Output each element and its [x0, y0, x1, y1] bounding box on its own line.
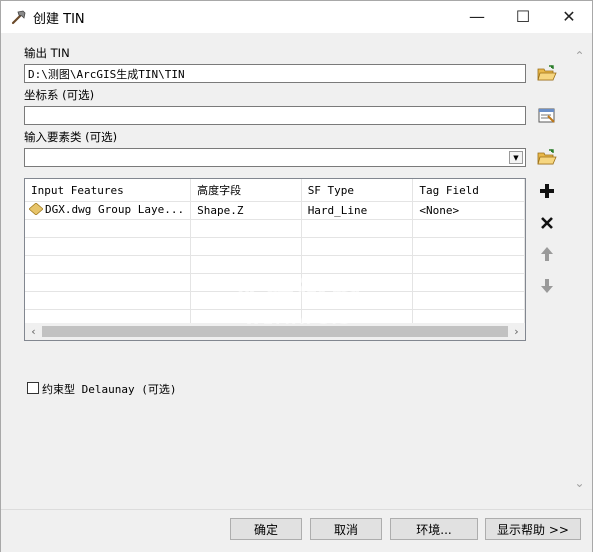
- close-button[interactable]: ✕: [546, 1, 592, 31]
- open-folder-icon: [536, 148, 557, 164]
- horizontal-scroll-thumb[interactable]: [42, 326, 508, 337]
- dialog-content: 输出 TIN D:\测图\ArcGIS生成TIN\TIN 坐标系 (可选) 输入…: [1, 33, 592, 509]
- table-cell-height-field[interactable]: Shape.Z: [190, 201, 302, 220]
- input-features-value: DGX.dwg Group Laye...: [45, 203, 185, 216]
- table-row: [25, 237, 525, 256]
- move-up-button[interactable]: [535, 242, 558, 265]
- table-cell-input-features[interactable]: DGX.dwg Group Laye...: [25, 201, 192, 220]
- title-bar: 创建 TIN — ☐ ✕: [1, 1, 592, 33]
- output-tin-field[interactable]: D:\测图\ArcGIS生成TIN\TIN: [24, 64, 526, 83]
- table-row: [25, 219, 525, 238]
- coordinate-system-label: 坐标系 (可选): [24, 88, 95, 102]
- layer-diamond-icon: [28, 202, 44, 218]
- table-header-row: Input Features 高度字段 SF Type Tag Field: [25, 179, 525, 202]
- minimize-icon: —: [469, 6, 485, 26]
- scroll-down-icon[interactable]: ⌄: [570, 474, 589, 491]
- maximize-icon: ☐: [515, 6, 531, 26]
- table-row: [25, 255, 525, 274]
- cancel-button[interactable]: 取消: [310, 518, 382, 540]
- table-cell-sf-type[interactable]: Hard_Line: [301, 201, 414, 220]
- vertical-scrollbar[interactable]: ⌃ ⌄: [570, 33, 589, 509]
- column-header-tag-field[interactable]: Tag Field: [412, 179, 525, 202]
- input-feature-class-label: 输入要素类 (可选): [24, 130, 118, 144]
- window-title: 创建 TIN: [33, 12, 85, 27]
- coordinate-system-field[interactable]: [24, 106, 526, 125]
- properties-icon: [538, 108, 555, 123]
- hammer-icon: [10, 8, 28, 26]
- move-down-button[interactable]: [535, 274, 558, 297]
- show-help-button[interactable]: 显示帮助 >>: [485, 518, 581, 540]
- dialog-footer: 确定 取消 环境... 显示帮助 >>: [1, 509, 592, 552]
- delete-x-icon: [540, 216, 553, 229]
- table-cell-tag-field[interactable]: <None>: [412, 201, 525, 220]
- minimize-button[interactable]: —: [454, 1, 500, 31]
- arrow-down-icon: [540, 278, 553, 293]
- input-feature-class-browse-button[interactable]: [535, 146, 558, 169]
- table-row: [25, 273, 525, 292]
- constrained-delaunay-label[interactable]: 约束型 Delaunay (可选): [42, 381, 176, 397]
- output-tin-browse-button[interactable]: [535, 62, 558, 85]
- table-row[interactable]: DGX.dwg Group Laye... Shape.Z Hard_Line …: [25, 201, 525, 220]
- maximize-button[interactable]: ☐: [500, 1, 546, 31]
- input-features-table: Input Features 高度字段 SF Type Tag Field DG…: [24, 178, 526, 341]
- column-header-sf-type[interactable]: SF Type: [301, 179, 414, 202]
- output-tin-label: 输出 TIN: [24, 46, 70, 60]
- add-row-button[interactable]: [535, 179, 558, 202]
- constrained-delaunay-checkbox[interactable]: [27, 382, 39, 394]
- environments-button[interactable]: 环境...: [390, 518, 478, 540]
- scroll-left-icon[interactable]: ‹: [25, 323, 42, 340]
- horizontal-scrollbar[interactable]: ‹ ›: [25, 323, 525, 340]
- remove-row-button[interactable]: [535, 211, 558, 234]
- chevron-down-icon[interactable]: ▼: [509, 151, 523, 164]
- table-row: [25, 291, 525, 310]
- coordinate-system-properties-button[interactable]: [535, 104, 558, 127]
- ok-button[interactable]: 确定: [230, 518, 302, 540]
- scroll-up-icon[interactable]: ⌃: [570, 47, 589, 64]
- open-folder-icon: [536, 64, 557, 80]
- close-icon: ✕: [562, 6, 576, 26]
- plus-icon: [539, 183, 554, 198]
- arrow-up-icon: [540, 246, 553, 261]
- input-feature-class-dropdown[interactable]: ▼: [24, 148, 526, 167]
- create-tin-dialog: 创建 TIN — ☐ ✕ 输出 TIN D:\测图\ArcGIS生成TIN\TI…: [0, 0, 593, 552]
- column-header-height-field[interactable]: 高度字段: [190, 179, 302, 202]
- scroll-right-icon[interactable]: ›: [508, 323, 525, 340]
- column-header-input-features[interactable]: Input Features: [25, 179, 192, 202]
